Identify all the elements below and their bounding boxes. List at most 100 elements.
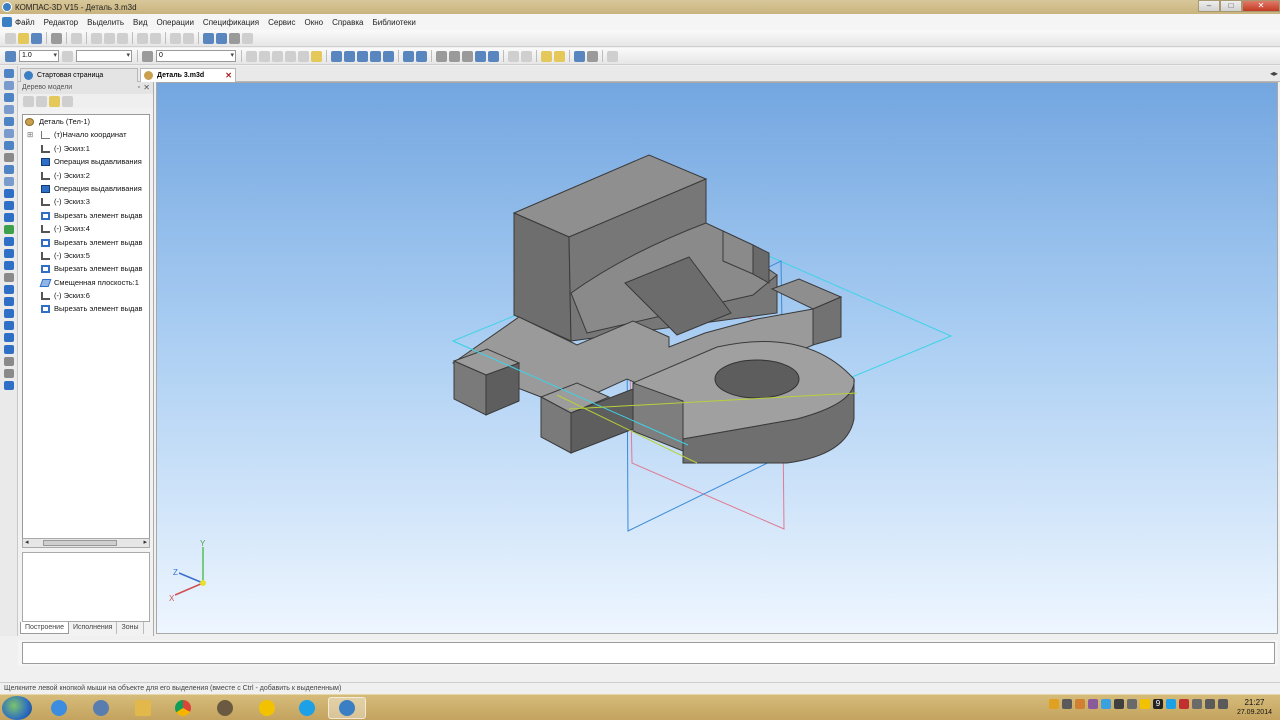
tree-view-icon[interactable] <box>49 95 60 107</box>
menu-edit[interactable]: Редактор <box>44 18 78 27</box>
tree-item-offset-plane[interactable]: Смещенная плоскость:1 <box>23 276 149 289</box>
arrays-icon[interactable] <box>3 105 14 114</box>
zoom-window-icon[interactable] <box>331 50 342 62</box>
tray-update-icon[interactable] <box>1075 699 1085 709</box>
tray-display-icon[interactable] <box>1114 699 1124 709</box>
tree-item-extrude-1[interactable]: Операция выдавливания <box>23 155 149 168</box>
redo-icon[interactable] <box>183 32 194 44</box>
fillet-tool-icon[interactable] <box>3 285 14 294</box>
scroll-right-icon[interactable]: ▸ <box>143 538 147 546</box>
menu-view[interactable]: Вид <box>133 18 147 27</box>
preview-icon[interactable] <box>71 32 82 44</box>
tab-start-page[interactable]: Стартовая страница <box>20 68 138 82</box>
chamfer-tool-icon[interactable] <box>3 297 14 306</box>
cut-loft-tool-icon[interactable] <box>3 273 14 282</box>
shell-tool-icon[interactable] <box>3 333 14 342</box>
tree-item-origin[interactable]: ⊞ (т)Начало координат <box>23 128 149 141</box>
format-icon[interactable] <box>150 32 161 44</box>
style-icon[interactable] <box>62 50 73 62</box>
rotate-tool-icon[interactable] <box>3 201 14 210</box>
tree-item-part[interactable]: Деталь (Тел-1) <box>23 115 149 128</box>
lug-hole[interactable] <box>714 359 800 399</box>
wireframe-icon[interactable] <box>436 50 447 62</box>
coordinate-icon[interactable] <box>285 50 296 62</box>
grid-icon[interactable] <box>272 50 283 62</box>
undo-icon[interactable] <box>170 32 181 44</box>
tree-item-cut-2[interactable]: Вырезать элемент выдав <box>23 236 149 249</box>
snap-icon[interactable] <box>5 50 16 62</box>
filter-icon[interactable] <box>541 50 552 62</box>
properties-field[interactable] <box>22 642 1275 664</box>
tray-network-icon[interactable] <box>1205 699 1215 709</box>
display-icon[interactable] <box>554 50 565 62</box>
cut-rotate-tool-icon[interactable] <box>3 249 14 258</box>
tab-versions[interactable]: Исполнения <box>69 622 118 634</box>
paste-icon[interactable] <box>117 32 128 44</box>
section-icon[interactable] <box>521 50 532 62</box>
tray-cloud-icon[interactable] <box>1101 699 1111 709</box>
tree-item-sketch-6[interactable]: (-) Эскиз:6 <box>23 289 149 302</box>
model-viewport[interactable]: Y Z X <box>156 82 1278 634</box>
tree-item-cut-4[interactable]: Вырезать элемент выдав <box>23 302 149 315</box>
section-tool-icon[interactable] <box>3 357 14 366</box>
thin-lines-icon[interactable] <box>462 50 473 62</box>
tab-close-icon[interactable]: ✕ <box>225 69 232 82</box>
start-button[interactable] <box>2 696 32 720</box>
visibility-icon[interactable] <box>574 50 585 62</box>
tab-scroll-icon[interactable]: ◂▸ <box>1270 69 1278 78</box>
measure-icon[interactable] <box>259 50 270 62</box>
menu-window[interactable]: Окно <box>305 18 324 27</box>
halftone-icon[interactable] <box>475 50 486 62</box>
save-icon[interactable] <box>31 32 42 44</box>
cut-icon[interactable] <box>91 32 102 44</box>
mirror-tool-icon[interactable] <box>3 369 14 378</box>
cut-extrude-tool-icon[interactable] <box>3 237 14 246</box>
filter-select-icon[interactable] <box>3 141 14 150</box>
scroll-left-icon[interactable]: ◂ <box>25 538 29 546</box>
tray-sync-icon[interactable] <box>1127 699 1137 709</box>
hide-icon[interactable] <box>246 50 257 62</box>
sheet-metal-icon[interactable] <box>3 165 14 174</box>
tree-filter-icon[interactable] <box>62 95 73 107</box>
zoom-in-icon[interactable] <box>344 50 355 62</box>
tray-record-icon[interactable] <box>1179 699 1189 709</box>
table-icon[interactable] <box>587 50 598 62</box>
menu-libraries[interactable]: Библиотеки <box>372 18 415 27</box>
loft-tool-icon[interactable] <box>3 225 14 234</box>
open-folder-icon[interactable] <box>18 32 29 44</box>
tab-zones[interactable]: Зоны <box>117 622 144 634</box>
rib-tool-icon[interactable] <box>3 321 14 330</box>
pan-icon[interactable] <box>383 50 394 62</box>
kinematic-tool-icon[interactable] <box>3 213 14 222</box>
ortho-icon[interactable] <box>298 50 309 62</box>
tab-construction[interactable]: Построение <box>20 622 69 634</box>
surfaces-icon[interactable] <box>3 93 14 102</box>
taskbar-chrome[interactable] <box>164 697 202 719</box>
menu-service[interactable]: Сервис <box>268 18 295 27</box>
tree-item-cut-1[interactable]: Вырезать элемент выдав <box>23 209 149 222</box>
tree-item-cut-3[interactable]: Вырезать элемент выдав <box>23 262 149 275</box>
copy-icon[interactable] <box>104 32 115 44</box>
halftone-edges-icon[interactable] <box>488 50 499 62</box>
print-icon[interactable] <box>51 32 62 44</box>
scroll-thumb[interactable] <box>43 540 117 546</box>
expand-plus-icon[interactable]: ⊞ <box>27 128 33 141</box>
layer-combo[interactable]: 0 <box>156 50 236 62</box>
tray-norton-icon[interactable] <box>1140 699 1150 709</box>
tree-item-sketch-5[interactable]: (-) Эскиз:5 <box>23 249 149 262</box>
layers-icon[interactable] <box>142 50 153 62</box>
taskbar-kompas[interactable] <box>82 697 120 719</box>
perspective-icon[interactable] <box>508 50 519 62</box>
tray-media-icon[interactable] <box>1088 699 1098 709</box>
orientation-icon[interactable] <box>416 50 427 62</box>
extrude-tool-icon[interactable] <box>3 189 14 198</box>
tray-app-icon[interactable] <box>1062 699 1072 709</box>
style-combo[interactable] <box>76 50 132 62</box>
manager-icon[interactable] <box>203 32 214 44</box>
context-help-icon[interactable] <box>242 32 253 44</box>
tray-flag-icon[interactable] <box>1192 699 1202 709</box>
tree-order-icon[interactable] <box>23 95 34 107</box>
zoom-all-icon[interactable] <box>370 50 381 62</box>
rotate-icon[interactable] <box>403 50 414 62</box>
taskbar-wot[interactable] <box>206 697 244 719</box>
